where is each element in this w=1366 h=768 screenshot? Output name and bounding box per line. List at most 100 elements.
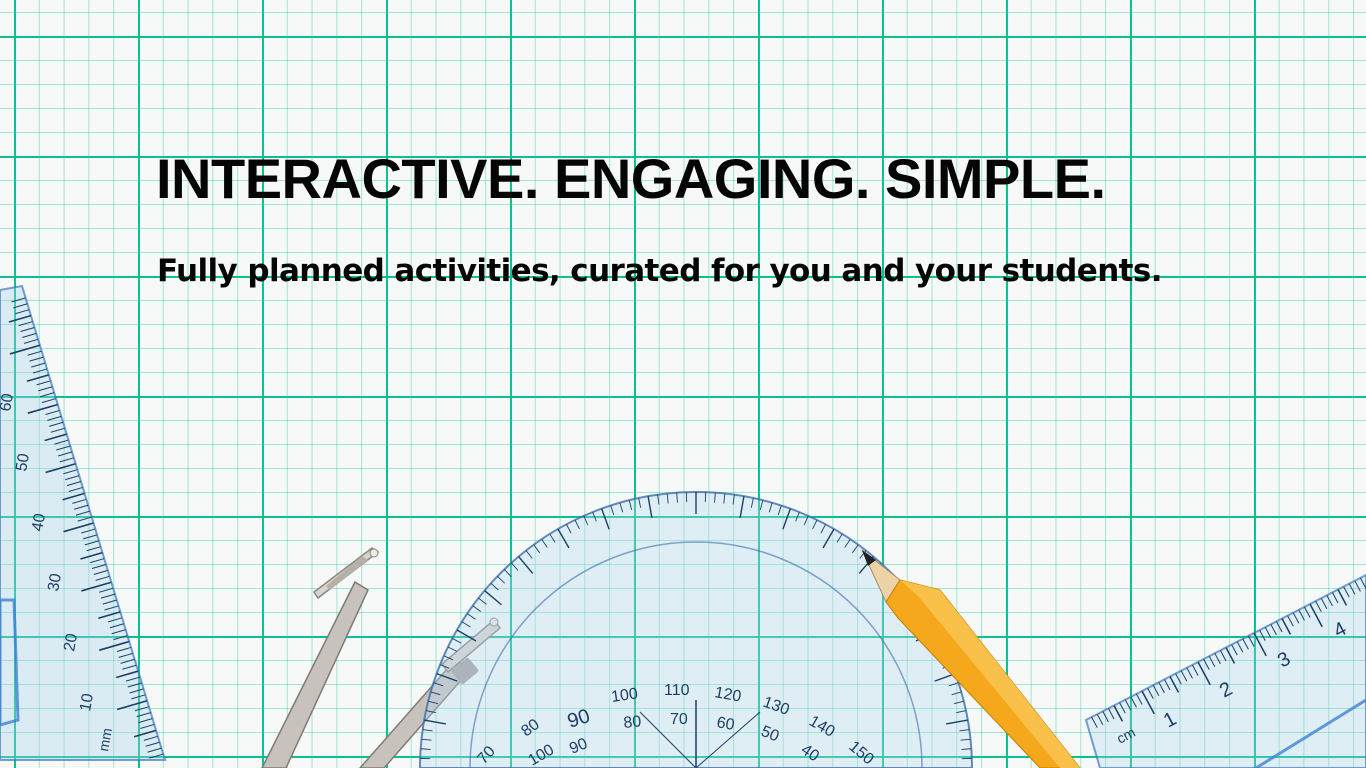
scale-tick bbox=[1309, 603, 1323, 628]
scale-tick bbox=[91, 563, 107, 570]
scale-tick bbox=[129, 688, 144, 694]
scale-tick bbox=[104, 605, 119, 611]
scale-tick bbox=[424, 719, 446, 725]
scale-tick bbox=[59, 457, 74, 463]
protractor-inner-number: 80 bbox=[623, 713, 643, 732]
scale-tick bbox=[72, 498, 87, 504]
scale-tick bbox=[116, 646, 132, 652]
scale-tick bbox=[430, 691, 441, 696]
scale-tick bbox=[490, 582, 499, 591]
scale-tick bbox=[1247, 635, 1255, 647]
scale-tick bbox=[149, 753, 164, 759]
scale-tick bbox=[1130, 696, 1137, 708]
scale-tick bbox=[1225, 647, 1236, 664]
scale-tick bbox=[66, 481, 82, 487]
scale-tick bbox=[1096, 713, 1104, 725]
scale-tick bbox=[81, 528, 96, 534]
scale-tick bbox=[1359, 577, 1366, 589]
scale-tick bbox=[714, 492, 716, 503]
scale-tick bbox=[11, 297, 26, 303]
scale-tick bbox=[20, 326, 35, 333]
scale-tick bbox=[1158, 682, 1165, 694]
hero-subheadline: Fully planned activities, curated for yo… bbox=[157, 253, 1163, 289]
scale-tick bbox=[133, 729, 157, 738]
pencil bbox=[861, 549, 1081, 768]
scale-tick bbox=[22, 332, 37, 338]
scale-tick bbox=[45, 409, 60, 415]
scale-tick bbox=[41, 398, 57, 404]
left-ruler-ticks bbox=[8, 297, 164, 759]
scale-tick bbox=[18, 321, 33, 327]
scale-tick bbox=[803, 515, 809, 526]
scale-tick bbox=[934, 672, 956, 682]
scale-tick bbox=[99, 640, 130, 651]
scale-tick bbox=[1186, 667, 1193, 679]
scale-tick bbox=[57, 451, 73, 457]
scale-tick bbox=[948, 682, 959, 687]
scale-tick bbox=[628, 500, 633, 511]
scale-tick bbox=[1337, 589, 1348, 606]
stationery-illustration: 60 50 40 30 20 10 mm 70 80 90 100 110 12… bbox=[0, 284, 1366, 768]
scale-tick bbox=[1236, 641, 1244, 653]
protractor-outer-number: 110 bbox=[664, 682, 690, 699]
right-ruler-number: 1 bbox=[1160, 708, 1180, 733]
scale-tick bbox=[1197, 661, 1211, 686]
scale-tick bbox=[134, 706, 150, 712]
scale-tick bbox=[910, 605, 920, 613]
scale-tick bbox=[15, 309, 30, 315]
scale-tick bbox=[541, 538, 548, 548]
scale-tick bbox=[77, 516, 92, 522]
scale-tick bbox=[428, 700, 439, 705]
scale-tick bbox=[90, 558, 105, 564]
scale-tick bbox=[125, 676, 141, 682]
protractor-outer-number: 150 bbox=[845, 738, 876, 768]
scale-tick bbox=[140, 723, 155, 729]
scale-tick bbox=[1169, 676, 1180, 693]
scale-tick bbox=[29, 356, 44, 362]
scale-tick bbox=[1091, 716, 1098, 728]
scale-tick bbox=[433, 682, 444, 687]
protractor-outer-number: 70 bbox=[474, 743, 499, 768]
compass-arm-right bbox=[359, 617, 502, 768]
scale-tick bbox=[456, 629, 477, 642]
scale-tick bbox=[890, 590, 908, 606]
scale-tick bbox=[777, 505, 782, 516]
scale-tick bbox=[115, 670, 139, 679]
scale-tick bbox=[1242, 638, 1249, 650]
scale-tick bbox=[893, 582, 902, 591]
protractor-outer-number: 90 bbox=[565, 705, 593, 733]
scale-tick bbox=[447, 646, 458, 652]
protractor-outer-number: 140 bbox=[806, 713, 838, 741]
scale-tick bbox=[1303, 606, 1311, 618]
scale-tick bbox=[422, 729, 433, 732]
scale-tick bbox=[533, 544, 541, 554]
protractor: 70 80 90 100 110 120 130 140 150 100 90 … bbox=[418, 491, 974, 768]
scale-tick bbox=[81, 581, 112, 592]
scale-tick bbox=[27, 350, 42, 356]
scale-tick bbox=[102, 599, 117, 605]
scale-tick bbox=[23, 338, 39, 344]
scale-tick bbox=[822, 528, 835, 549]
scale-tick bbox=[812, 519, 818, 530]
scale-tick bbox=[31, 362, 46, 368]
scale-tick bbox=[739, 496, 745, 518]
scale-tick bbox=[27, 403, 58, 414]
scale-tick bbox=[113, 635, 128, 641]
scale-tick bbox=[100, 593, 116, 599]
scale-tick bbox=[9, 344, 41, 355]
left-ruler-number: 40 bbox=[29, 512, 49, 533]
protractor-outer-number: 80 bbox=[518, 716, 542, 740]
scale-tick bbox=[1231, 644, 1238, 656]
scale-tick bbox=[647, 496, 653, 518]
scale-tick bbox=[1124, 699, 1132, 711]
scale-tick bbox=[472, 605, 482, 613]
scale-tick bbox=[549, 533, 556, 543]
scale-tick bbox=[1253, 632, 1267, 657]
scale-tick bbox=[95, 575, 110, 581]
scale-tick bbox=[127, 682, 142, 688]
scale-tick bbox=[98, 611, 121, 620]
scale-tick bbox=[48, 421, 64, 427]
scale-tick bbox=[844, 538, 851, 548]
scale-tick bbox=[111, 629, 126, 635]
scale-tick bbox=[109, 623, 125, 629]
